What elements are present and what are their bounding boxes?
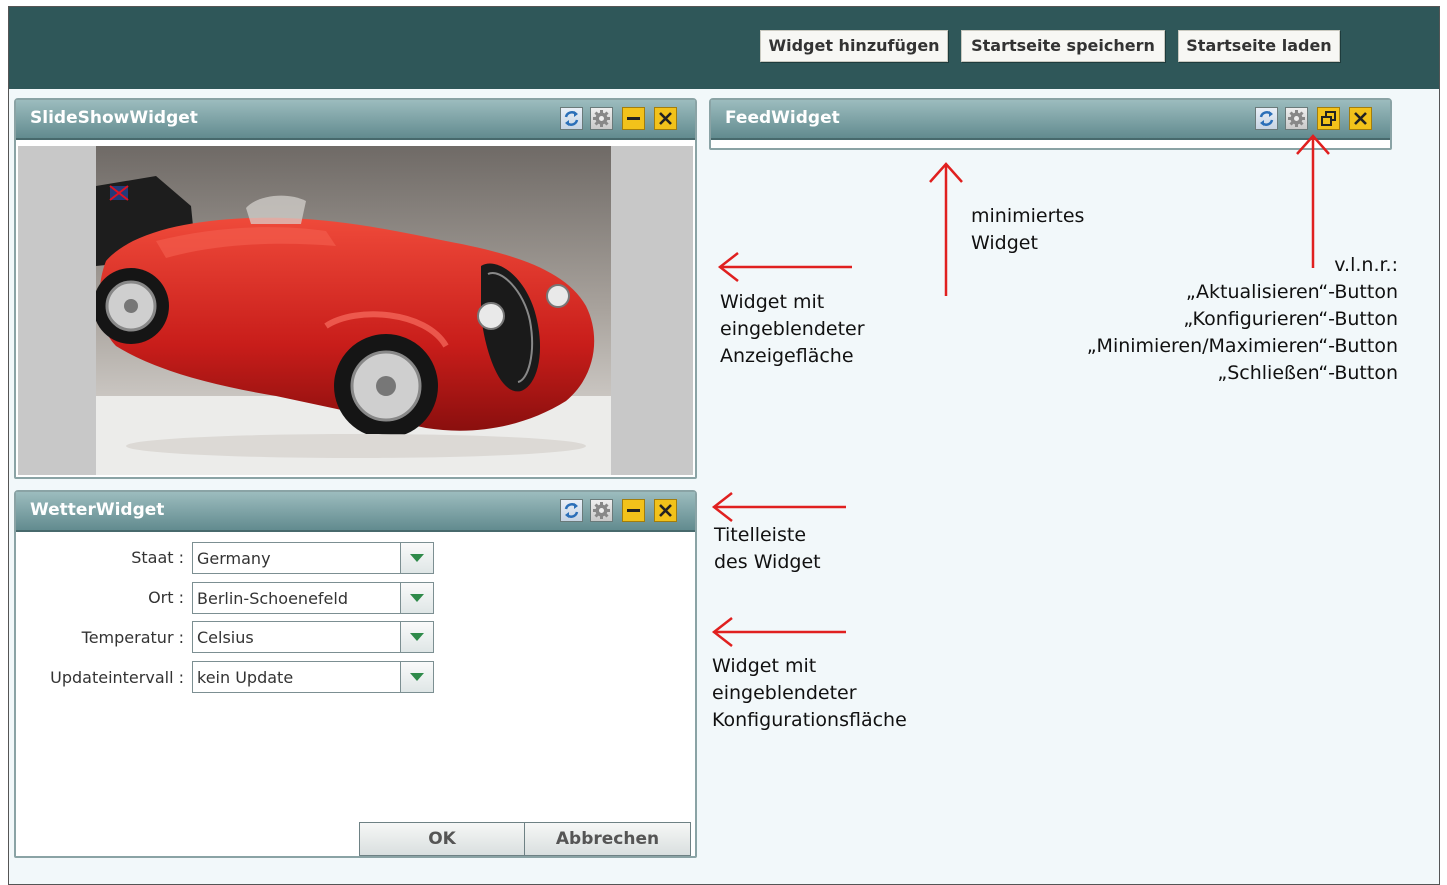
annotation-minimized: minimiertes Widget (971, 203, 1084, 257)
annotation-line: „Aktualisieren“-Button (1185, 281, 1398, 303)
annotation-line: „Minimieren/Maximieren“-Button (1086, 335, 1398, 357)
annotation-line: Konfigurationsfläche (712, 709, 907, 731)
annotation-line: des Widget (714, 551, 821, 573)
annotation-line: „Konfigurieren“-Button (1183, 308, 1398, 330)
annotation-line: v.l.n.r.: (1334, 254, 1398, 276)
annotation-line: Anzeigefläche (720, 345, 854, 367)
annotation-line: Widget mit (720, 291, 825, 313)
annotation-arrows (711, 134, 1330, 647)
annotation-config-area: Widget mit eingeblendeter Konfigurations… (712, 653, 907, 734)
annotation-titlebar: Titelleiste des Widget (714, 522, 821, 576)
annotation-line: eingeblendeter (712, 682, 857, 704)
annotation-line: eingeblendeter (720, 318, 865, 340)
annotation-line: Widget mit (712, 655, 817, 677)
annotation-line: „Schließen“-Button (1217, 362, 1398, 384)
annotation-buttons: v.l.n.r.: „Aktualisieren“-Button „Konfig… (1040, 252, 1398, 387)
annotation-line: minimiertes (971, 205, 1085, 227)
annotation-line: Titelleiste (714, 524, 807, 546)
annotation-display-area: Widget mit eingeblendeter Anzeigefläche (720, 289, 865, 370)
